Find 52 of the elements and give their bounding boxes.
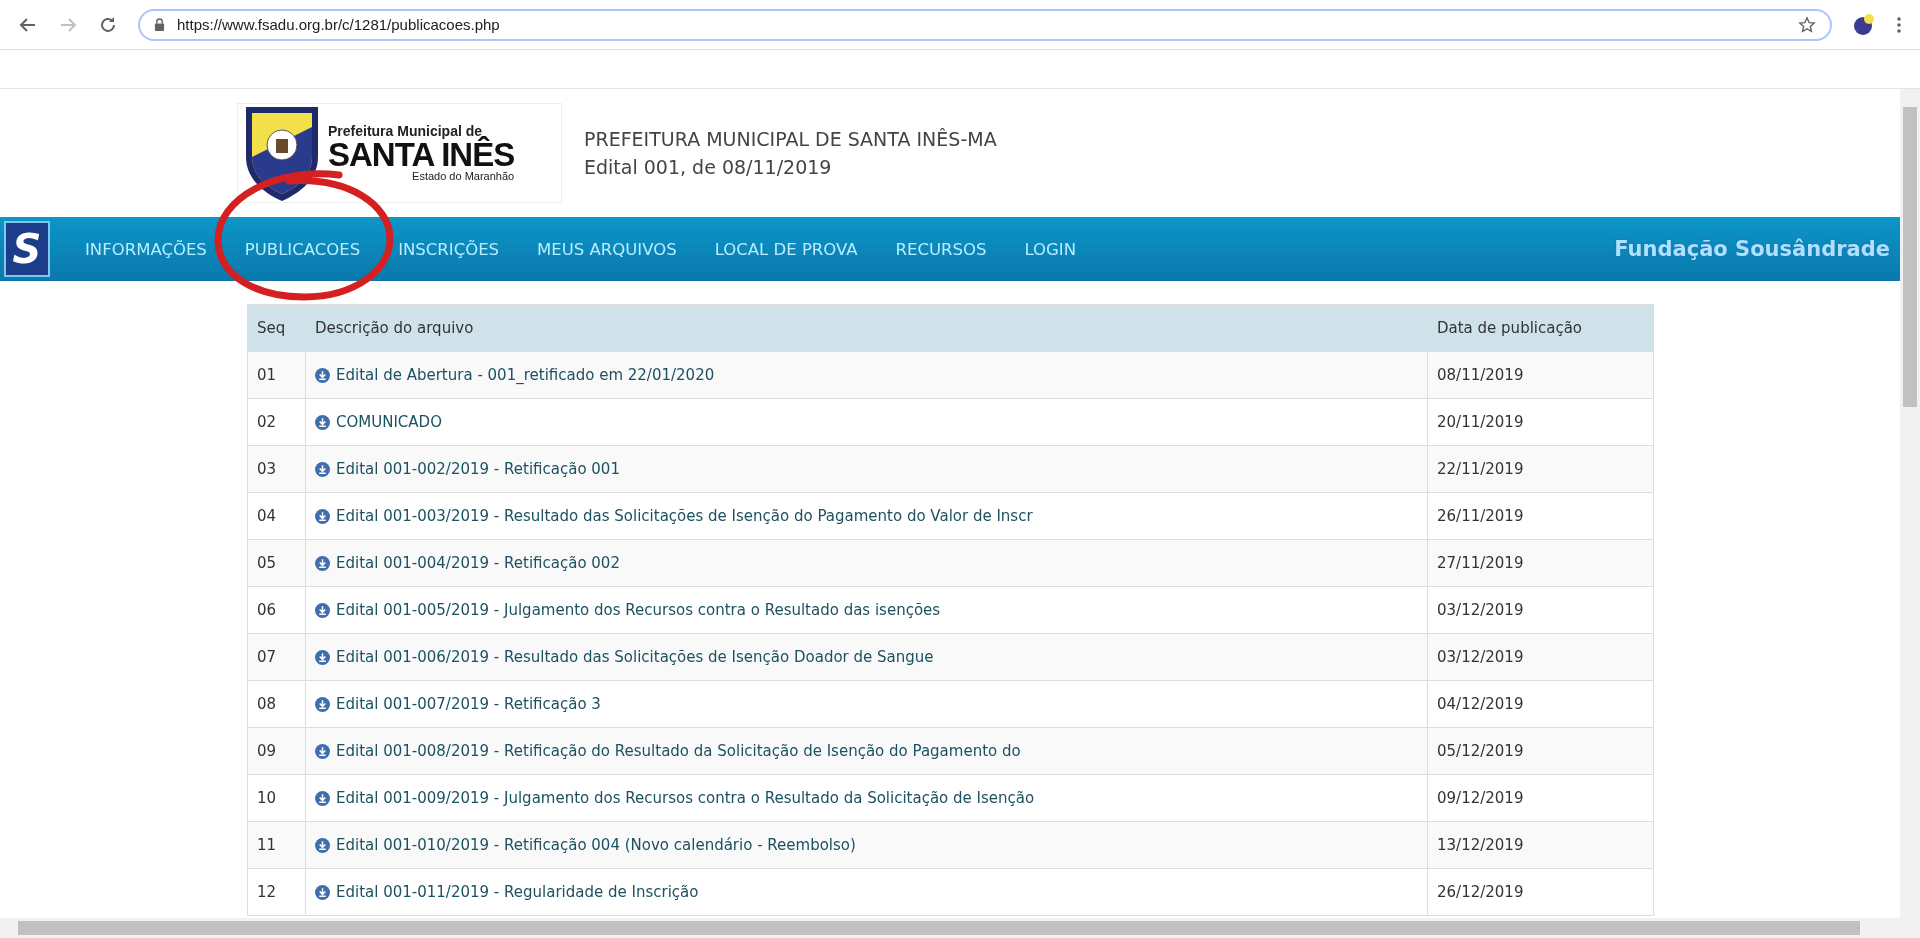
download-icon[interactable]	[315, 367, 330, 383]
file-link[interactable]: Edital 001-010/2019 - Retificação 004 (Novo calendário - Reembolso)	[336, 836, 856, 854]
menu-icon[interactable]	[1896, 14, 1902, 35]
star-icon[interactable]	[1798, 15, 1816, 34]
table-cell-text: 20/11/2019	[1436, 412, 1525, 433]
table-cell-text: 09/12/2019	[1436, 788, 1525, 809]
table-cell-text: 22/11/2019	[1436, 459, 1525, 480]
download-icon[interactable]	[315, 555, 330, 571]
table-cell-text: 05/12/2019	[1436, 741, 1525, 762]
column-header: Data de publicação	[1436, 318, 1584, 339]
logo-caption: Estado do Maranhão	[412, 171, 515, 182]
download-icon[interactable]	[315, 837, 330, 853]
download-icon[interactable]	[315, 743, 330, 759]
file-link[interactable]: Edital 001-007/2019 - Retificação 3	[336, 695, 601, 713]
download-icon[interactable]	[315, 461, 330, 477]
table-cell: 12	[248, 869, 306, 915]
table-cell-text: 04/12/2019	[1436, 694, 1525, 715]
vertical-scrollbar[interactable]	[1900, 89, 1920, 918]
page-title: PREFEITURA MUNICIPAL DE SANTA INÊS-MA	[584, 128, 997, 150]
file-link[interactable]: COMUNICADO	[336, 413, 442, 431]
table-cell-text: 08/11/2019	[1436, 365, 1525, 386]
download-icon[interactable]	[315, 790, 330, 806]
file-link[interactable]: Edital 001-003/2019 - Resultado das Solicitações de Isenção do Pagamento do Valor de Inscr	[336, 507, 1033, 525]
horizontal-scrollbar[interactable]	[0, 918, 1920, 938]
file-link[interactable]: Edital 001-005/2019 - Julgamento dos Recursos contra o Resultado das isenções	[336, 601, 941, 619]
table-cell-text: 27/11/2019	[1436, 553, 1525, 574]
extension-icon[interactable]	[1852, 12, 1876, 37]
site-logo[interactable]: S	[4, 221, 50, 277]
download-icon[interactable]	[315, 508, 330, 524]
file-link[interactable]: Edital 001-002/2019 - Retificação 001	[336, 460, 620, 478]
table-cell-text: 13/12/2019	[1436, 835, 1525, 856]
logo-title: SANTA INÊS	[328, 138, 515, 171]
download-icon[interactable]	[315, 649, 330, 665]
url-text: https://www.fsadu.org.br/c/1281/publicacoes.php	[177, 16, 501, 33]
download-icon[interactable]	[315, 696, 330, 712]
page-subtitle: Edital 001, de 08/11/2019	[584, 156, 833, 178]
lock-icon	[154, 18, 165, 31]
file-link[interactable]: Edital 001-008/2019 - Retificação do Resultado da Solicitação de Isenção do Pagamento do	[336, 742, 1021, 760]
download-icon[interactable]	[315, 602, 330, 618]
download-icon[interactable]	[315, 414, 330, 430]
file-link[interactable]: Edital 001-009/2019 - Julgamento dos Recursos contra o Resultado da Solicitação de Isenção	[336, 789, 1035, 807]
file-link[interactable]: Edital de Abertura - 001_retificado em 22/01/2020	[336, 366, 715, 384]
table-cell-text: 26/11/2019	[1436, 506, 1525, 527]
brand-name: Fundação Sousândrade	[1614, 237, 1890, 261]
file-link[interactable]: Edital 001-011/2019 - Regularidade de Inscrição	[336, 883, 699, 901]
table-cell-text: 26/12/2019	[1436, 882, 1525, 903]
file-link[interactable]: Edital 001-006/2019 - Resultado das Solicitações de Isenção Doador de Sangue	[336, 648, 934, 666]
download-icon[interactable]	[315, 884, 330, 900]
table-cell-text: 03/12/2019	[1436, 647, 1525, 668]
address-bar[interactable]: https://www.fsadu.org.br/c/1281/publicacoes.php	[138, 8, 1832, 41]
file-link[interactable]: Edital 001-004/2019 - Retificação 002	[336, 554, 620, 572]
table-cell-text: 03/12/2019	[1436, 600, 1525, 621]
